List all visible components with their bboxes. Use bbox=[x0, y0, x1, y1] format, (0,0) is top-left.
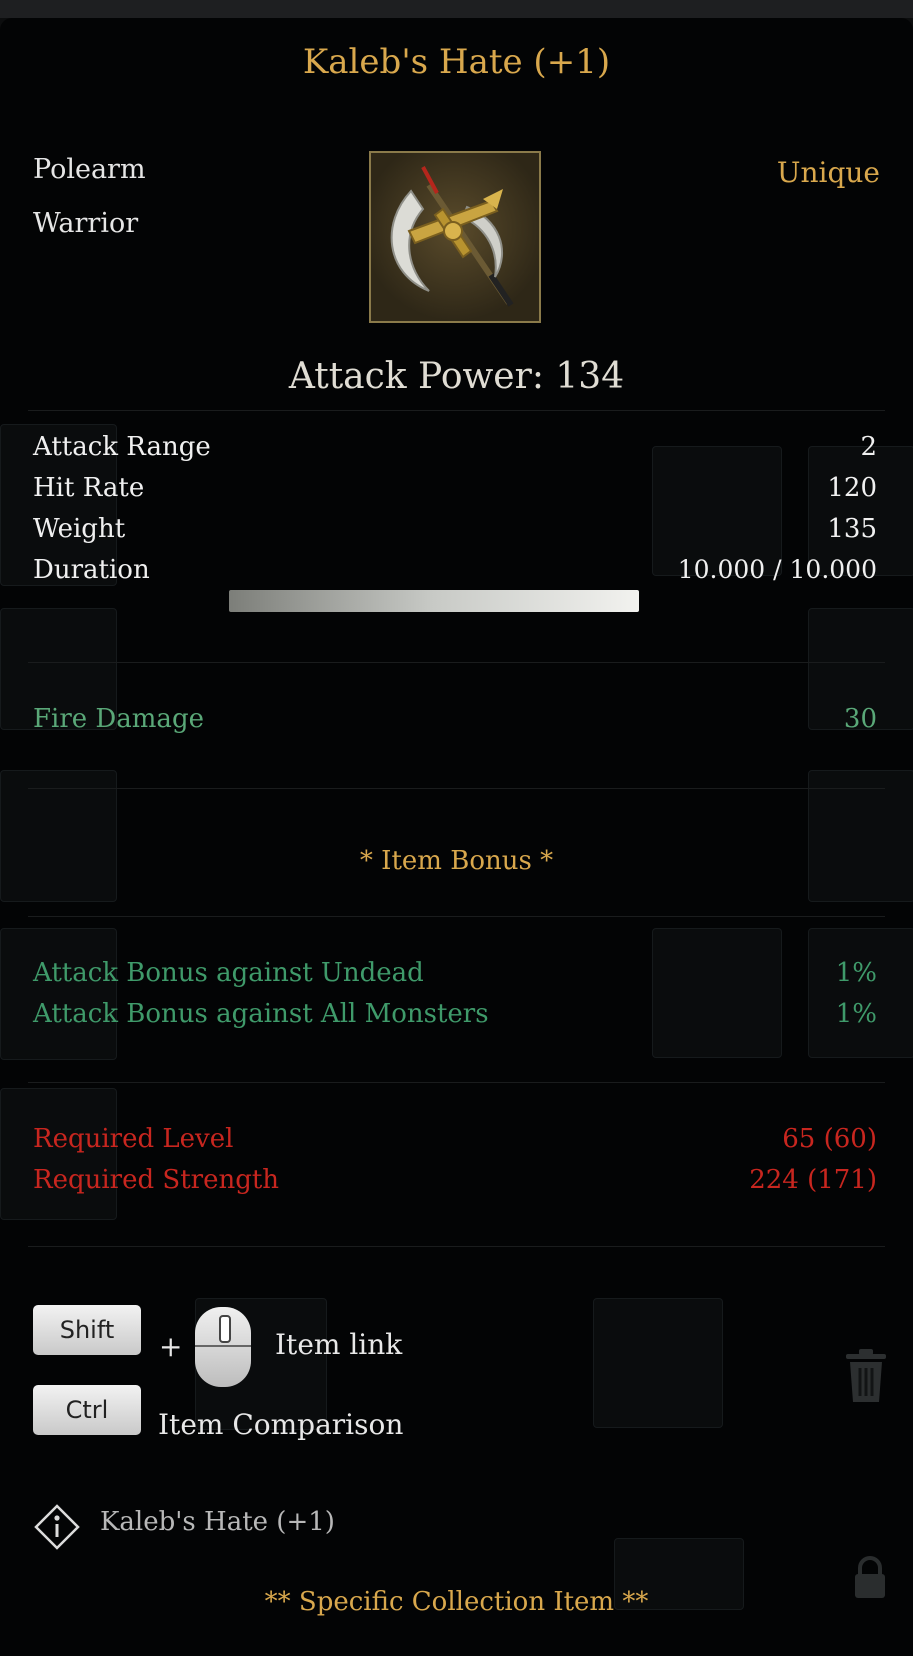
required-level-label: Required Level bbox=[33, 1124, 234, 1154]
duration-bar-fill bbox=[229, 590, 639, 612]
window-top-bar bbox=[0, 0, 913, 18]
bonus-all-monsters-label: Attack Bonus against All Monsters bbox=[33, 999, 489, 1029]
bonus-all-monsters-value: 1% bbox=[835, 999, 877, 1029]
stat-weight-value: 135 bbox=[827, 514, 877, 544]
rarity-label: Unique bbox=[776, 156, 880, 189]
item-icon-frame bbox=[369, 151, 541, 323]
background-slot bbox=[652, 928, 782, 1058]
stat-hit-rate-label: Hit Rate bbox=[33, 473, 145, 503]
background-slot bbox=[0, 770, 117, 902]
stat-attack-range-label: Attack Range bbox=[33, 432, 211, 462]
item-name-title: Kaleb's Hate (+1) bbox=[302, 42, 611, 82]
bonus-undead-label: Attack Bonus against Undead bbox=[33, 958, 424, 988]
divider bbox=[28, 916, 885, 917]
item-class-label: Warrior bbox=[33, 208, 139, 239]
duration-bar bbox=[229, 590, 639, 612]
divider bbox=[28, 1082, 885, 1083]
stat-hit-rate-value: 120 bbox=[827, 473, 877, 503]
info-item-name: Kaleb's Hate (+1) bbox=[100, 1507, 335, 1537]
divider bbox=[28, 662, 885, 663]
background-slot bbox=[0, 928, 117, 1060]
shift-key: Shift bbox=[33, 1305, 141, 1355]
background-slot bbox=[808, 928, 913, 1058]
info-icon bbox=[34, 1504, 80, 1550]
item-link-hint: Item link bbox=[275, 1328, 403, 1361]
item-bonus-heading: * Item Bonus * bbox=[359, 846, 554, 876]
bonus-undead-value: 1% bbox=[835, 958, 877, 988]
required-strength-label: Required Strength bbox=[33, 1165, 280, 1195]
stat-attack-range-value: 2 bbox=[860, 432, 877, 462]
trash-icon[interactable] bbox=[842, 1348, 890, 1404]
background-slot bbox=[0, 1088, 117, 1220]
plus-sign: + bbox=[159, 1330, 183, 1363]
divider bbox=[28, 410, 885, 411]
fire-damage-label: Fire Damage bbox=[33, 704, 204, 734]
required-level-value: 65 (60) bbox=[782, 1124, 877, 1154]
item-comparison-hint: Item Comparison bbox=[158, 1408, 404, 1441]
collection-item-label: ** Specific Collection Item ** bbox=[264, 1587, 649, 1617]
required-strength-value: 224 (171) bbox=[749, 1165, 877, 1195]
stat-duration-label: Duration bbox=[33, 555, 150, 585]
ctrl-key: Ctrl bbox=[33, 1385, 141, 1435]
item-tooltip: Kaleb's Hate (+1) Polearm Warrior Unique bbox=[0, 18, 913, 1656]
polearm-axe-icon bbox=[371, 153, 539, 321]
stat-weight-label: Weight bbox=[33, 514, 126, 544]
mouse-icon bbox=[195, 1307, 251, 1387]
divider bbox=[28, 1246, 885, 1247]
attack-power-label: Attack Power: 134 bbox=[288, 356, 625, 397]
divider bbox=[28, 788, 885, 789]
background-slot bbox=[808, 770, 913, 902]
item-type-label: Polearm bbox=[33, 154, 146, 185]
stat-duration-value: 10.000 / 10.000 bbox=[677, 555, 877, 584]
fire-damage-value: 30 bbox=[843, 704, 877, 734]
background-slot bbox=[593, 1298, 723, 1428]
